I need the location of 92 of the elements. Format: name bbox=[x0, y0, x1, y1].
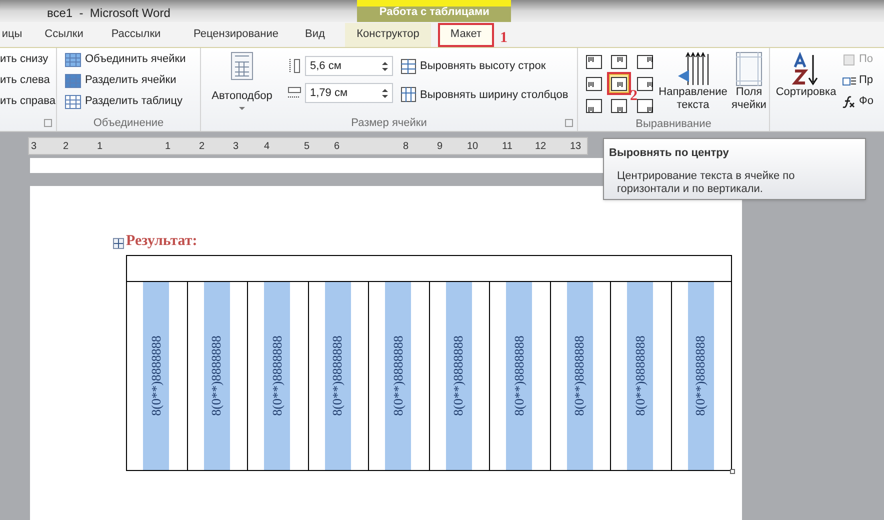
align-button[interactable] bbox=[609, 96, 630, 116]
table-icon bbox=[65, 52, 81, 66]
group-label: Выравнивание bbox=[636, 116, 712, 132]
ribbon-button[interactable]: Пр bbox=[842, 72, 874, 89]
table-icon bbox=[65, 94, 81, 108]
cell-text: 8(0**)8888888 bbox=[570, 336, 588, 416]
alignment-icon bbox=[636, 54, 653, 68]
alignment-icon bbox=[586, 76, 602, 91]
ribbon-tab[interactable]: ицы bbox=[0, 22, 24, 46]
ruler-number: 3 bbox=[233, 140, 239, 153]
step-number: 1 bbox=[500, 29, 508, 48]
cell-text: 8(0**)8888888 bbox=[631, 336, 648, 416]
resize-handle-icon[interactable] bbox=[730, 469, 735, 474]
ruler-number: 9 bbox=[437, 140, 443, 153]
sort-button[interactable]: Сортировка bbox=[770, 52, 842, 115]
caret-icon bbox=[239, 106, 245, 110]
ruler-number: 6 bbox=[334, 140, 340, 153]
ruler-number: 13 bbox=[570, 140, 582, 153]
alignment-icon bbox=[611, 54, 628, 68]
ribbon-tab[interactable]: Рассылки bbox=[104, 22, 168, 46]
function-icon bbox=[842, 94, 856, 108]
row-height-icon bbox=[287, 58, 301, 74]
alignment-icon bbox=[611, 76, 628, 91]
ribbon-tab[interactable]: Рецензирование bbox=[182, 22, 290, 46]
cell-text: 8(0**)8888888 bbox=[450, 336, 467, 416]
align-button[interactable] bbox=[609, 74, 630, 94]
cell-text: 8(0**)8888888 bbox=[208, 336, 225, 416]
ruler[interactable]: 3 2 1 1 2 3 4 5 6 8 9 10 11 12 13 bbox=[28, 137, 588, 155]
spin-arrows-icon[interactable] bbox=[382, 88, 388, 98]
alignment-icon bbox=[586, 54, 602, 68]
ribbon-button[interactable]: Объединить ячейки bbox=[65, 51, 186, 68]
spin-field[interactable]: 1,79 см bbox=[305, 83, 393, 103]
ribbon-button[interactable]: Выровнять ширину столбцов bbox=[401, 86, 568, 103]
ribbon-button[interactable]: ить слева bbox=[0, 72, 56, 89]
ruler-number: 11 bbox=[502, 140, 512, 153]
text-direction-button[interactable]: Направление текста bbox=[656, 52, 730, 116]
group-label: Объединение bbox=[93, 116, 164, 131]
tooltip-title: Выровнять по центру bbox=[609, 146, 730, 161]
autofit-button[interactable]: Автоподбор bbox=[209, 52, 275, 115]
context-group-title: Работа с таблицами bbox=[379, 4, 490, 20]
tooltip-text: Центрирование текста в ячейке по горизонтали и по вертикали. bbox=[617, 170, 796, 196]
align-button[interactable] bbox=[584, 74, 604, 94]
ribbon-button[interactable]: Разделить ячейки bbox=[65, 72, 186, 89]
ribbon-tab[interactable]: Конструктор bbox=[345, 22, 431, 46]
cell-margins-button[interactable]: Поля ячейки bbox=[730, 52, 768, 116]
ribbon-tab[interactable]: Ссылки bbox=[38, 22, 90, 46]
ruler-number: 5 bbox=[304, 140, 310, 153]
align-button[interactable] bbox=[609, 52, 630, 71]
ruler-number: 4 bbox=[264, 140, 270, 153]
align-button[interactable] bbox=[584, 52, 604, 71]
group-label: Размер ячейки bbox=[351, 116, 427, 131]
ribbon-tab[interactable]: Вид bbox=[298, 22, 332, 46]
cell-text: 8(0**)8888888 bbox=[268, 336, 286, 416]
ruler-number: 2 bbox=[199, 140, 205, 153]
document-heading: Результат: bbox=[126, 233, 198, 249]
ribbon-button[interactable]: Фо bbox=[842, 93, 874, 110]
ruler-number: 10 bbox=[467, 140, 478, 153]
equal-columns-icon bbox=[401, 87, 416, 102]
sort-az-icon bbox=[792, 52, 820, 86]
table-icon bbox=[231, 52, 253, 80]
ribbon-button[interactable]: Выровнять высоту строк bbox=[401, 58, 568, 74]
ribbon-button[interactable]: ить справа bbox=[0, 93, 56, 110]
window-title: все1 - Microsoft Word bbox=[47, 5, 170, 22]
ruler-number: 2 bbox=[63, 140, 69, 153]
ruler-number: 1 bbox=[165, 140, 171, 153]
ribbon-tab[interactable]: Макет bbox=[438, 22, 494, 46]
alignment-icon bbox=[611, 99, 628, 114]
cell-text: 8(0**)8888888 bbox=[328, 336, 346, 416]
equal-rows-icon bbox=[401, 58, 416, 74]
ruler-number: 8 bbox=[403, 140, 409, 153]
alignment-icon bbox=[636, 99, 653, 114]
spin-field[interactable]: 5,6 см bbox=[305, 56, 393, 76]
align-button[interactable] bbox=[634, 52, 655, 71]
alignment-icon bbox=[636, 76, 653, 91]
cell-text: 8(0**)8888888 bbox=[692, 336, 709, 416]
ribbon-button[interactable]: Разделить таблицу bbox=[65, 93, 186, 110]
ruler-number: 12 bbox=[535, 140, 546, 153]
alignment-icon bbox=[586, 99, 602, 114]
text-direction-icon bbox=[676, 52, 710, 86]
spin-arrows-icon[interactable] bbox=[382, 62, 388, 70]
step-number: 2 bbox=[630, 87, 638, 106]
align-button[interactable] bbox=[584, 96, 604, 116]
document-icon bbox=[842, 52, 856, 66]
ruler-number: 1 bbox=[97, 140, 103, 153]
table-icon bbox=[65, 74, 81, 88]
cell-text: 8(0**)8888888 bbox=[389, 336, 406, 416]
cell-margins-icon bbox=[736, 52, 762, 86]
ruler-number: 3 bbox=[31, 140, 37, 153]
cell-text: 8(0**)8888888 bbox=[510, 336, 528, 416]
cell-text: 8(0**)8888888 bbox=[147, 336, 164, 416]
move-handle-icon[interactable] bbox=[113, 238, 124, 249]
ribbon-button[interactable]: ить снизу bbox=[0, 51, 56, 68]
